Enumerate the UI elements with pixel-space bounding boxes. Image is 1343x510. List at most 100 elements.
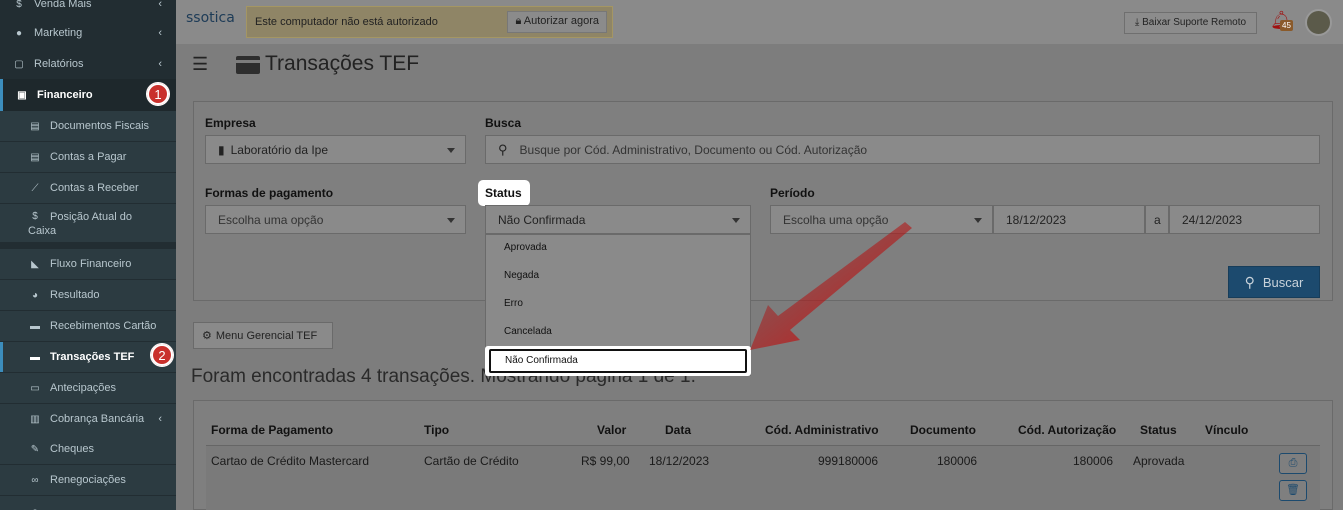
sidebar-item-marketing[interactable]: ● Marketing ‹ xyxy=(0,19,176,47)
busca-label: Busca xyxy=(485,116,522,130)
status-value: Não Confirmada xyxy=(498,212,586,227)
date-separator: a xyxy=(1145,205,1169,234)
sidebar-item-renegociacoes[interactable]: ∞ Renegociações xyxy=(0,465,176,495)
sidebar-item-label: Recebimentos Cartão xyxy=(50,320,157,332)
sidebar-item-recebimentos-cartao[interactable]: ▬ Recebimentos Cartão xyxy=(0,311,176,341)
sidebar-item-contas-a-pagar[interactable]: ▤ Contas a Pagar xyxy=(0,142,176,172)
authorize-label: Autorizar agora xyxy=(523,15,599,27)
pie-chart-icon: ◕ xyxy=(31,289,39,301)
reports-icon: ▢ xyxy=(14,58,24,70)
sidebar-item-antecipacoes[interactable]: ▭ Antecipações xyxy=(0,373,176,403)
status-option-cancelada[interactable]: Cancelada xyxy=(504,326,552,337)
col-header-documento: Documento xyxy=(910,423,976,437)
delete-button[interactable]: 🗑︎ xyxy=(1279,480,1307,501)
barcode-icon: ▥ xyxy=(30,413,40,425)
periodo-placeholder: Escolha uma opção xyxy=(783,212,889,227)
sidebar-item-label: Marketing xyxy=(34,27,83,39)
date-to-input[interactable]: 24/12/2023 xyxy=(1169,205,1320,234)
sidebar: $ Venda Mais ‹ ● Marketing ‹ ▢ Relatório… xyxy=(0,0,176,510)
menu-gerencial-tef-button[interactable]: ⚙ Menu Gerencial TEF xyxy=(193,322,333,349)
app-logo[interactable]: ssotica xyxy=(186,10,235,26)
status-option-nao-confirmada[interactable]: Não Confirmada xyxy=(489,349,747,373)
card-icon: ▬ xyxy=(30,351,40,363)
edit-icon: ✎ xyxy=(30,443,40,455)
sidebar-item-label: Contas a Receber xyxy=(50,182,139,194)
area-chart-icon: ◣ xyxy=(31,258,39,270)
step-2-badge: 2 xyxy=(150,343,174,367)
caret-down-icon xyxy=(447,218,455,223)
download-icon: ⤓ xyxy=(1134,17,1140,28)
caret-down-icon xyxy=(974,218,982,223)
cell-cod-autorizacao: 180006 xyxy=(1073,454,1114,468)
dollar-icon: $ xyxy=(32,211,38,222)
search-input[interactable]: ⚲ Busque por Cód. Administrativo, Docume… xyxy=(485,135,1320,164)
buscar-label: Buscar xyxy=(1262,274,1304,290)
status-select[interactable]: Não Confirmada xyxy=(485,205,751,234)
date-from-input[interactable]: 18/12/2023 xyxy=(993,205,1145,234)
status-label: Status xyxy=(485,186,522,200)
sidebar-item-label: Transações TEF xyxy=(50,351,135,363)
sidebar-item-fluxo-financeiro[interactable]: ◣ Fluxo Financeiro xyxy=(0,249,176,279)
header-divider xyxy=(206,445,1320,446)
sidebar-item-label: Financeiro xyxy=(37,89,93,101)
warning-text: Este computador não está autorizado xyxy=(255,16,438,28)
sidebar-item-posicao-atual-do-caixa[interactable]: $ Posição Atual do Caixa xyxy=(0,204,176,242)
trash-icon: 🗑︎ xyxy=(1286,484,1300,496)
chevron-left-icon: ‹ xyxy=(158,413,162,425)
sidebar-item-more[interactable]: ▪ xyxy=(0,496,176,510)
status-option-erro[interactable]: Erro xyxy=(504,298,523,309)
support-download-button[interactable]: ⤓ Baixar Suporte Remoto xyxy=(1124,12,1257,34)
sidebar-item-label: Fluxo Financeiro xyxy=(50,258,132,270)
sidebar-item-relatorios[interactable]: ▢ Relatórios ‹ xyxy=(0,50,176,78)
authorize-button[interactable]: 🔒︎ Autorizar agora xyxy=(507,11,607,33)
sidebar-item-label: Relatórios xyxy=(34,58,84,70)
tag-icon: ▪ xyxy=(28,506,42,510)
sidebar-item-cheques[interactable]: ✎ Cheques xyxy=(0,434,176,464)
caret-down-icon xyxy=(447,148,455,153)
status-option-negada[interactable]: Negada xyxy=(504,270,539,281)
sidebar-item-cobranca-bancaria[interactable]: ▥ Cobrança Bancária ‹ xyxy=(0,404,176,434)
step-1-badge: 1 xyxy=(146,82,170,106)
search-placeholder: Busque por Cód. Administrativo, Document… xyxy=(519,142,868,157)
sidebar-item-contas-a-receber[interactable]: ⟋ Contas a Receber xyxy=(0,173,176,203)
formas-pagamento-select[interactable]: Escolha uma opção xyxy=(205,205,466,234)
cell-valor: R$ 99,00 xyxy=(581,454,630,468)
sidebar-item-resultado[interactable]: ◕ Resultado xyxy=(0,280,176,310)
sidebar-item-documentos-fiscais[interactable]: ▤ Documentos Fiscais xyxy=(0,111,176,141)
sidebar-item-label: Contas a Pagar xyxy=(50,151,127,163)
sidebar-item-label: Cobrança Bancária xyxy=(50,413,145,425)
menu-toggle-icon[interactable]: ☰ xyxy=(192,54,208,75)
building-icon: ▮ xyxy=(218,142,225,157)
periodo-select[interactable]: Escolha uma opção xyxy=(770,205,993,234)
sidebar-item-venda-mais[interactable]: $ Venda Mais ‹ xyxy=(0,0,176,18)
filter-panel xyxy=(193,101,1333,301)
buscar-button[interactable]: ⚲ Buscar xyxy=(1228,266,1320,298)
status-option-aprovada[interactable]: Aprovada xyxy=(504,242,547,253)
periodo-label: Período xyxy=(770,186,815,200)
col-header-vinculo: Vínculo xyxy=(1205,423,1249,437)
cell-tipo: Cartão de Crédito xyxy=(424,454,519,468)
cell-forma-pagamento: Cartao de Crédito Mastercard xyxy=(211,454,370,468)
search-icon: ⚲ xyxy=(1244,273,1255,290)
col-header-valor: Valor xyxy=(597,423,627,437)
date-to-value: 24/12/2023 xyxy=(1182,212,1243,227)
avatar[interactable] xyxy=(1305,9,1332,36)
col-header-cod-autorizacao: Cód. Autorização xyxy=(1018,423,1117,437)
menu-tef-label: Menu Gerencial TEF xyxy=(215,329,318,342)
chevron-left-icon: ‹ xyxy=(158,0,162,10)
cell-status: Aprovada xyxy=(1133,454,1185,468)
col-header-status: Status xyxy=(1140,423,1177,437)
lock-icon: 🔒︎ xyxy=(515,15,522,27)
print-button[interactable]: ⎙ xyxy=(1279,453,1307,474)
gears-icon: ⚙ xyxy=(202,330,212,342)
empresa-select[interactable]: ▮ Laboratório da Ipe xyxy=(205,135,466,164)
cell-cod-administrativo: 999180006 xyxy=(818,454,879,468)
sidebar-item-label: Posição Atual do Caixa xyxy=(28,211,132,237)
page-title: Transações TEF xyxy=(265,52,420,75)
sidebar-item-label: Resultado xyxy=(50,289,100,301)
col-header-data: Data xyxy=(665,423,692,437)
chevron-left-icon: ‹ xyxy=(158,27,162,39)
sidebar-item-label: Renegociações xyxy=(50,474,126,486)
handshake-icon: ∞ xyxy=(31,474,39,486)
caret-down-icon xyxy=(732,218,740,223)
